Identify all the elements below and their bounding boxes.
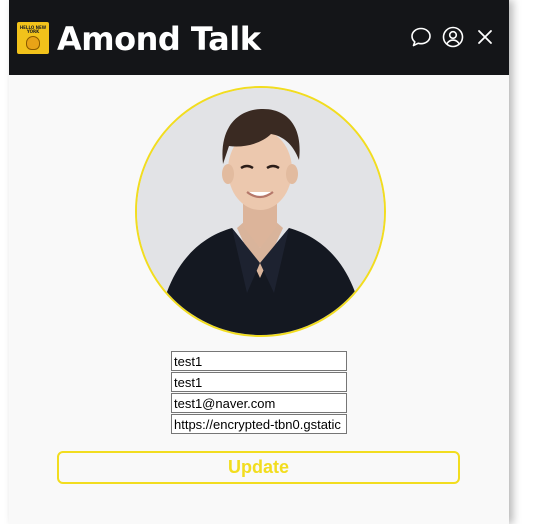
update-button[interactable]: Update	[57, 451, 460, 484]
app-header: HELLO NEW YORK Amond Talk	[9, 0, 509, 75]
profile-window: HELLO NEW YORK Amond Talk test1 test1 te…	[9, 0, 509, 524]
chat-button[interactable]	[409, 25, 433, 49]
close-button[interactable]	[473, 25, 497, 49]
name-field[interactable]	[171, 351, 347, 371]
profile-avatar[interactable]	[135, 86, 386, 337]
user-circle-icon	[442, 26, 464, 48]
close-icon	[478, 30, 492, 44]
logo-text: HELLO NEW YORK	[19, 25, 47, 34]
email-field[interactable]	[171, 393, 347, 413]
image-url-field[interactable]	[171, 414, 347, 434]
profile-photo	[137, 88, 384, 335]
app-title: Amond Talk	[57, 20, 261, 58]
chat-bubble-icon	[411, 27, 431, 47]
profile-button[interactable]	[441, 25, 465, 49]
nickname-field[interactable]	[171, 372, 347, 392]
logo-cat-icon	[26, 36, 40, 50]
app-logo: HELLO NEW YORK	[17, 22, 49, 54]
